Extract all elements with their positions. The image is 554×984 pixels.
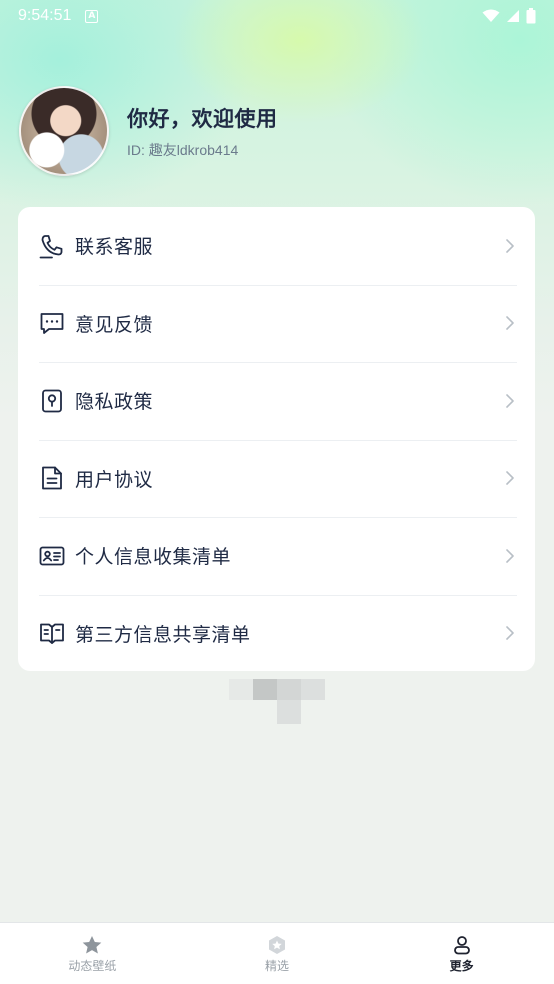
profile-text: 你好，欢迎使用 ID: 趣友ldkrob414 xyxy=(127,103,278,160)
status-bar: 9:54:51 A xyxy=(0,0,554,32)
status-icons xyxy=(482,8,536,24)
star-icon xyxy=(83,936,102,954)
tab-label: 精选 xyxy=(265,959,290,973)
avatar[interactable] xyxy=(19,86,109,176)
menu-item-label: 第三方信息共享清单 xyxy=(75,623,251,646)
menu-item-label: 用户协议 xyxy=(75,468,154,491)
chevron-right-icon xyxy=(506,393,514,408)
tab-live-wallpaper[interactable]: 动态壁纸 xyxy=(0,923,185,984)
wifi-icon xyxy=(482,9,500,22)
chevron-right-icon xyxy=(506,471,514,486)
menu-item-third-party-sharing[interactable]: 第三方信息共享清单 xyxy=(18,594,535,673)
tab-featured[interactable]: 精选 xyxy=(185,923,370,984)
menu-item-privacy-policy[interactable]: 隐私政策 xyxy=(18,362,535,440)
tab-more[interactable]: 更多 xyxy=(369,923,554,984)
tab-label: 动态壁纸 xyxy=(68,959,117,973)
menu-item-label: 联系客服 xyxy=(75,236,154,259)
battery-icon xyxy=(526,8,536,24)
profile-header: 你好，欢迎使用 ID: 趣友ldkrob414 xyxy=(19,86,278,176)
pixelated-placeholder xyxy=(229,679,325,724)
status-time: 9:54:51 xyxy=(18,7,72,24)
phone-icon xyxy=(39,233,65,259)
chevron-right-icon xyxy=(506,626,514,641)
privacy-lock-icon xyxy=(39,388,65,414)
a-icon: A xyxy=(85,9,99,23)
menu-item-label: 隐私政策 xyxy=(75,391,154,414)
menu-item-personal-info-list[interactable]: 个人信息收集清单 xyxy=(18,517,535,595)
menu-item-label: 意见反馈 xyxy=(75,313,154,336)
greeting-title: 你好，欢迎使用 xyxy=(127,106,278,131)
menu-item-label: 个人信息收集清单 xyxy=(75,546,232,569)
menu-item-contact-support[interactable]: 联系客服 xyxy=(18,207,535,285)
document-icon xyxy=(39,465,65,491)
user-icon xyxy=(453,936,470,955)
chevron-right-icon xyxy=(506,548,514,563)
id-card-icon xyxy=(39,543,65,569)
chevron-right-icon xyxy=(506,238,514,253)
chat-icon xyxy=(39,310,65,336)
book-list-icon xyxy=(39,620,65,646)
bottom-tab-bar: 动态壁纸 精选 更多 xyxy=(0,922,554,984)
tab-label: 更多 xyxy=(449,959,474,973)
signal-icon xyxy=(507,10,519,22)
chevron-right-icon xyxy=(506,316,514,331)
settings-menu: 联系客服 意见反馈 隐私政策 用户协议 个人信息收集清单 第三方信息共享清单 xyxy=(18,207,535,671)
menu-item-feedback[interactable]: 意见反馈 xyxy=(18,284,535,363)
user-id: ID: 趣友ldkrob414 xyxy=(127,141,239,158)
hexagon-star-icon xyxy=(269,936,285,954)
menu-item-user-agreement[interactable]: 用户协议 xyxy=(18,439,535,518)
